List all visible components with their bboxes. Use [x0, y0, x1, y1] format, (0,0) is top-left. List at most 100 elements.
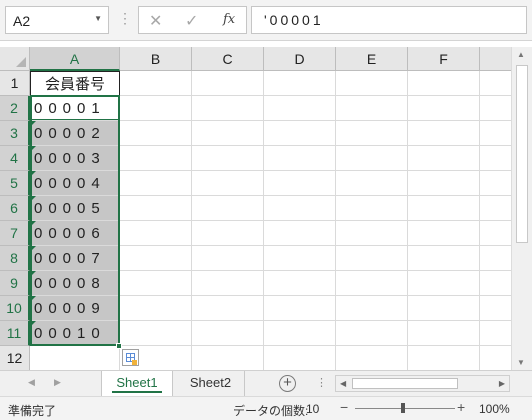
cell-g4[interactable] — [480, 146, 511, 171]
scroll-down-arrow-icon[interactable]: ▼ — [517, 358, 525, 367]
name-box[interactable]: A2 ▼ — [5, 6, 109, 34]
cell-e3[interactable] — [336, 121, 408, 146]
cell-f4[interactable] — [408, 146, 480, 171]
cell-g3[interactable] — [480, 121, 511, 146]
fx-icon[interactable]: fx — [223, 12, 235, 27]
cell-e9[interactable] — [336, 271, 408, 296]
cell-f8[interactable] — [408, 246, 480, 271]
cell-e4[interactable] — [336, 146, 408, 171]
row-header-9[interactable]: 9 — [0, 271, 30, 296]
cell-g2[interactable] — [480, 96, 511, 121]
cell-f3[interactable] — [408, 121, 480, 146]
cell-g12[interactable] — [480, 346, 511, 370]
tab-next-arrow-icon[interactable]: ▶ — [54, 377, 61, 388]
cell-a10[interactable]: 00009 — [30, 296, 120, 321]
cell-g6[interactable] — [480, 196, 511, 221]
cell-d12[interactable] — [264, 346, 336, 370]
zoom-level[interactable]: 100% — [479, 402, 510, 416]
cell-f7[interactable] — [408, 221, 480, 246]
cell-c8[interactable] — [192, 246, 264, 271]
cell-g1[interactable] — [480, 71, 511, 96]
select-all-corner[interactable] — [0, 47, 30, 71]
cell-a9[interactable]: 00008 — [30, 271, 120, 296]
row-header-12[interactable]: 12 — [0, 346, 30, 370]
cell-g9[interactable] — [480, 271, 511, 296]
cell-d4[interactable] — [264, 146, 336, 171]
vertical-scroll-thumb[interactable] — [516, 65, 528, 243]
cell-a8[interactable]: 00007 — [30, 246, 120, 271]
cancel-icon[interactable]: ✕ — [149, 11, 162, 31]
cell-a7[interactable]: 00006 — [30, 221, 120, 246]
row-header-8[interactable]: 8 — [0, 246, 30, 271]
cell-e2[interactable] — [336, 96, 408, 121]
cell-d2[interactable] — [264, 96, 336, 121]
enter-icon[interactable]: ✓ — [185, 11, 198, 31]
cell-a11[interactable]: 00010 — [30, 321, 120, 346]
cell-g5[interactable] — [480, 171, 511, 196]
cell-d6[interactable] — [264, 196, 336, 221]
cell-c5[interactable] — [192, 171, 264, 196]
column-header-f[interactable]: F — [408, 47, 480, 71]
cell-e10[interactable] — [336, 296, 408, 321]
scroll-right-arrow-icon[interactable]: ▶ — [499, 379, 505, 388]
tab-sheet1[interactable]: Sheet1 — [101, 371, 173, 396]
cell-f10[interactable] — [408, 296, 480, 321]
scroll-left-arrow-icon[interactable]: ◀ — [340, 379, 346, 388]
row-header-2[interactable]: 2 — [0, 96, 30, 121]
cell-b7[interactable] — [120, 221, 192, 246]
cell-a3[interactable]: 00002 — [30, 121, 120, 146]
tab-sheet2[interactable]: Sheet2 — [177, 371, 245, 396]
cell-a2[interactable]: 00001 — [30, 96, 120, 121]
row-header-11[interactable]: 11 — [0, 321, 30, 346]
cell-b9[interactable] — [120, 271, 192, 296]
cell-b8[interactable] — [120, 246, 192, 271]
cell-f9[interactable] — [408, 271, 480, 296]
column-header-c[interactable]: C — [192, 47, 264, 71]
cell-c6[interactable] — [192, 196, 264, 221]
cell-b10[interactable] — [120, 296, 192, 321]
zoom-plus-icon[interactable]: + — [457, 399, 465, 415]
cell-f5[interactable] — [408, 171, 480, 196]
cell-b1[interactable] — [120, 71, 192, 96]
row-header-1[interactable]: 1 — [0, 71, 30, 96]
cell-f11[interactable] — [408, 321, 480, 346]
cell-g10[interactable] — [480, 296, 511, 321]
cell-f6[interactable] — [408, 196, 480, 221]
dropdown-arrow-icon[interactable]: ▼ — [94, 14, 102, 23]
cell-b11[interactable] — [120, 321, 192, 346]
cell-g8[interactable] — [480, 246, 511, 271]
cell-b2[interactable] — [120, 96, 192, 121]
row-header-10[interactable]: 10 — [0, 296, 30, 321]
cell-b4[interactable] — [120, 146, 192, 171]
column-header-a[interactable]: A — [30, 47, 120, 71]
column-header-b[interactable]: B — [120, 47, 192, 71]
cell-a4[interactable]: 00003 — [30, 146, 120, 171]
zoom-slider[interactable] — [355, 408, 455, 409]
cell-d11[interactable] — [264, 321, 336, 346]
cell-e7[interactable] — [336, 221, 408, 246]
cell-a12[interactable] — [30, 346, 120, 370]
cell-b5[interactable] — [120, 171, 192, 196]
cell-c2[interactable] — [192, 96, 264, 121]
cell-e8[interactable] — [336, 246, 408, 271]
cell-a5[interactable]: 00004 — [30, 171, 120, 196]
column-header-e[interactable]: E — [336, 47, 408, 71]
cell-f1[interactable] — [408, 71, 480, 96]
quick-analysis-icon[interactable] — [122, 349, 139, 366]
row-header-7[interactable]: 7 — [0, 221, 30, 246]
tab-prev-arrow-icon[interactable]: ◀ — [28, 377, 35, 388]
zoom-minus-icon[interactable]: − — [340, 399, 348, 415]
cell-e1[interactable] — [336, 71, 408, 96]
horizontal-scrollbar[interactable]: ◀ ▶ — [335, 375, 510, 392]
cell-f2[interactable] — [408, 96, 480, 121]
cell-b3[interactable] — [120, 121, 192, 146]
cell-e11[interactable] — [336, 321, 408, 346]
row-header-4[interactable]: 4 — [0, 146, 30, 171]
add-sheet-icon[interactable]: + — [279, 375, 296, 392]
cell-c11[interactable] — [192, 321, 264, 346]
cell-c10[interactable] — [192, 296, 264, 321]
cell-b6[interactable] — [120, 196, 192, 221]
cell-e12[interactable] — [336, 346, 408, 370]
cell-c12[interactable] — [192, 346, 264, 370]
cell-a6[interactable]: 00005 — [30, 196, 120, 221]
